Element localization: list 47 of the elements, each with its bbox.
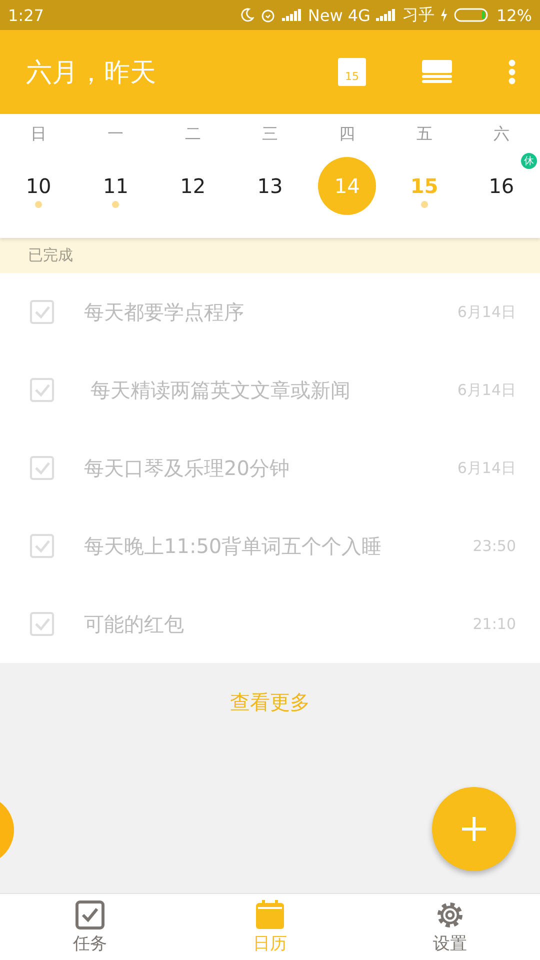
checkbox-icon[interactable] [30, 612, 54, 636]
section-title: 已完成 [28, 246, 73, 265]
app-label: 习乎 [402, 4, 434, 26]
signal-icon [282, 9, 302, 21]
header-title: 六月，昨天 [26, 56, 156, 90]
list-view-icon[interactable] [422, 60, 452, 84]
see-more-link[interactable]: 查看更多 [230, 689, 310, 716]
day-button[interactable]: 15 [395, 157, 454, 215]
day-button[interactable]: 12 [164, 157, 222, 215]
settings-icon [435, 900, 465, 930]
checkbox-icon[interactable] [30, 456, 54, 480]
calendar-icon [255, 900, 285, 930]
task-text: 每天精读两篇英文文章或新闻 [89, 376, 352, 404]
checkbox-icon [75, 900, 105, 930]
checkbox-icon[interactable] [30, 534, 54, 558]
weekday-label: 日 [30, 124, 48, 145]
status-time: 1:27 [8, 6, 44, 24]
weekday-label: 五 [415, 124, 434, 145]
nav-tab[interactable]: 日历 [180, 894, 360, 960]
battery-icon [454, 8, 490, 22]
charging-icon [440, 8, 448, 22]
weekday-label: 二 [184, 124, 202, 145]
signal-icon [376, 9, 396, 21]
day-button[interactable]: 14 [318, 157, 376, 215]
day-button[interactable]: 13 [240, 157, 299, 215]
battery-percent: 12% [496, 6, 532, 24]
nav-tab[interactable]: 设置 [360, 894, 540, 960]
plus-icon [461, 816, 487, 842]
task-text: 每天口琴及乐理20分钟 [84, 454, 290, 482]
checkbox-icon[interactable] [30, 378, 54, 402]
task-text: 每天都要学点程序 [84, 298, 245, 326]
moon-icon [240, 8, 254, 22]
carrier-label: New 4G [308, 6, 370, 24]
task-text: 可能的红包 [84, 610, 185, 638]
weekday-label: 六 [492, 124, 510, 145]
day-button[interactable]: 10 [10, 157, 68, 215]
day-button[interactable]: 11 [86, 157, 145, 215]
holiday-badge: 休 [521, 153, 537, 169]
more-icon[interactable] [508, 59, 516, 85]
add-button[interactable] [432, 787, 516, 871]
weekday-label: 一 [106, 124, 125, 145]
weekday-label: 四 [338, 124, 356, 145]
nav-tab[interactable]: 任务 [0, 894, 180, 960]
calendar-button[interactable]: 15 [338, 58, 366, 86]
weekday-label: 三 [260, 124, 279, 145]
checkbox-icon[interactable] [30, 300, 54, 324]
task-text: 每天晚上11:50背单词五个个入睡 [84, 532, 383, 560]
